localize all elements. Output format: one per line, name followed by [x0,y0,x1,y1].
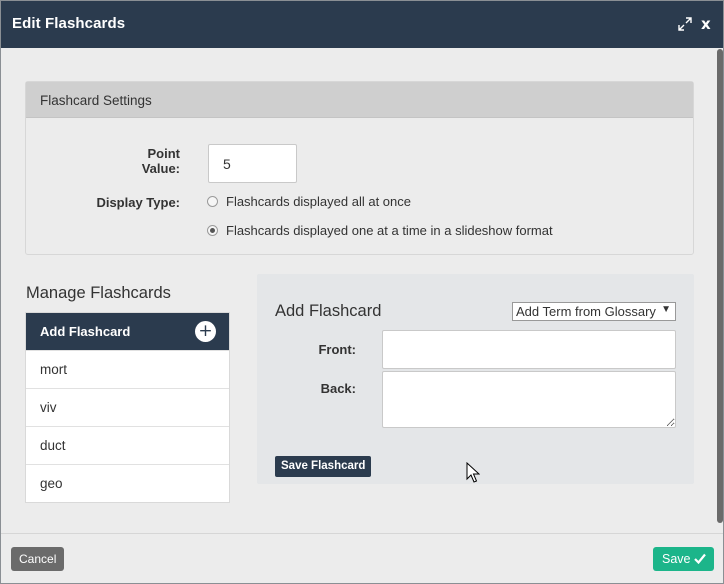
glossary-term-select[interactable]: Add Term from Glossary ▼ [512,302,676,321]
cancel-button[interactable]: Cancel [11,547,65,571]
flashcard-settings-panel: Flashcard Settings Point Value: Display … [25,81,694,255]
add-flashcard-button[interactable]: Add Flashcard + [26,313,229,350]
add-flashcard-title: Add Flashcard [275,302,382,320]
add-flashcard-label: Add Flashcard [40,324,131,339]
check-icon [694,553,706,564]
save-flashcard-button[interactable]: Save Flashcard [275,456,372,477]
point-value-input[interactable] [208,144,297,183]
save-button[interactable]: Save [653,547,714,571]
front-input[interactable] [382,330,676,369]
radio-button[interactable] [207,196,218,207]
front-label: Front: [318,342,356,357]
back-label: Back: [320,381,356,396]
settings-header: Flashcard Settings [26,82,693,118]
plus-icon[interactable]: + [195,321,216,342]
glossary-select-value: Add Term from Glossary [516,304,656,319]
edit-flashcards-dialog: Edit Flashcards x Flashcard Settings Poi… [0,0,724,584]
close-icon[interactable]: x [701,16,711,32]
dialog-titlebar: Edit Flashcards x [1,1,723,48]
radio-button-checked[interactable] [207,225,218,236]
dialog-footer: Cancel Save [1,533,723,583]
add-flashcard-panel: Add Flashcard Add Term from Glossary ▼ F… [257,274,694,484]
caret-down-icon: ▼ [661,304,671,315]
back-textarea[interactable] [382,371,676,428]
vertical-scrollbar[interactable] [717,49,723,523]
list-item[interactable]: duct [26,426,229,464]
display-option-slideshow[interactable]: Flashcards displayed one at a time in a … [207,223,553,238]
save-label: Save [662,552,691,566]
display-option-all-at-once[interactable]: Flashcards displayed all at once [207,194,411,209]
mouse-cursor-icon [466,462,480,483]
display-option-label: Flashcards displayed all at once [226,194,411,209]
list-item[interactable]: viv [26,388,229,426]
display-type-label: Display Type: [96,195,180,210]
dialog-title: Edit Flashcards [12,15,126,32]
display-option-label: Flashcards displayed one at a time in a … [226,223,553,238]
flashcard-list: Add Flashcard + mort viv duct geo [25,312,230,503]
manage-flashcards-title: Manage Flashcards [26,284,171,302]
point-value-label: Point Value: [141,146,180,176]
list-item[interactable]: mort [26,350,229,388]
expand-icon[interactable] [678,17,692,31]
list-item[interactable]: geo [26,464,229,502]
